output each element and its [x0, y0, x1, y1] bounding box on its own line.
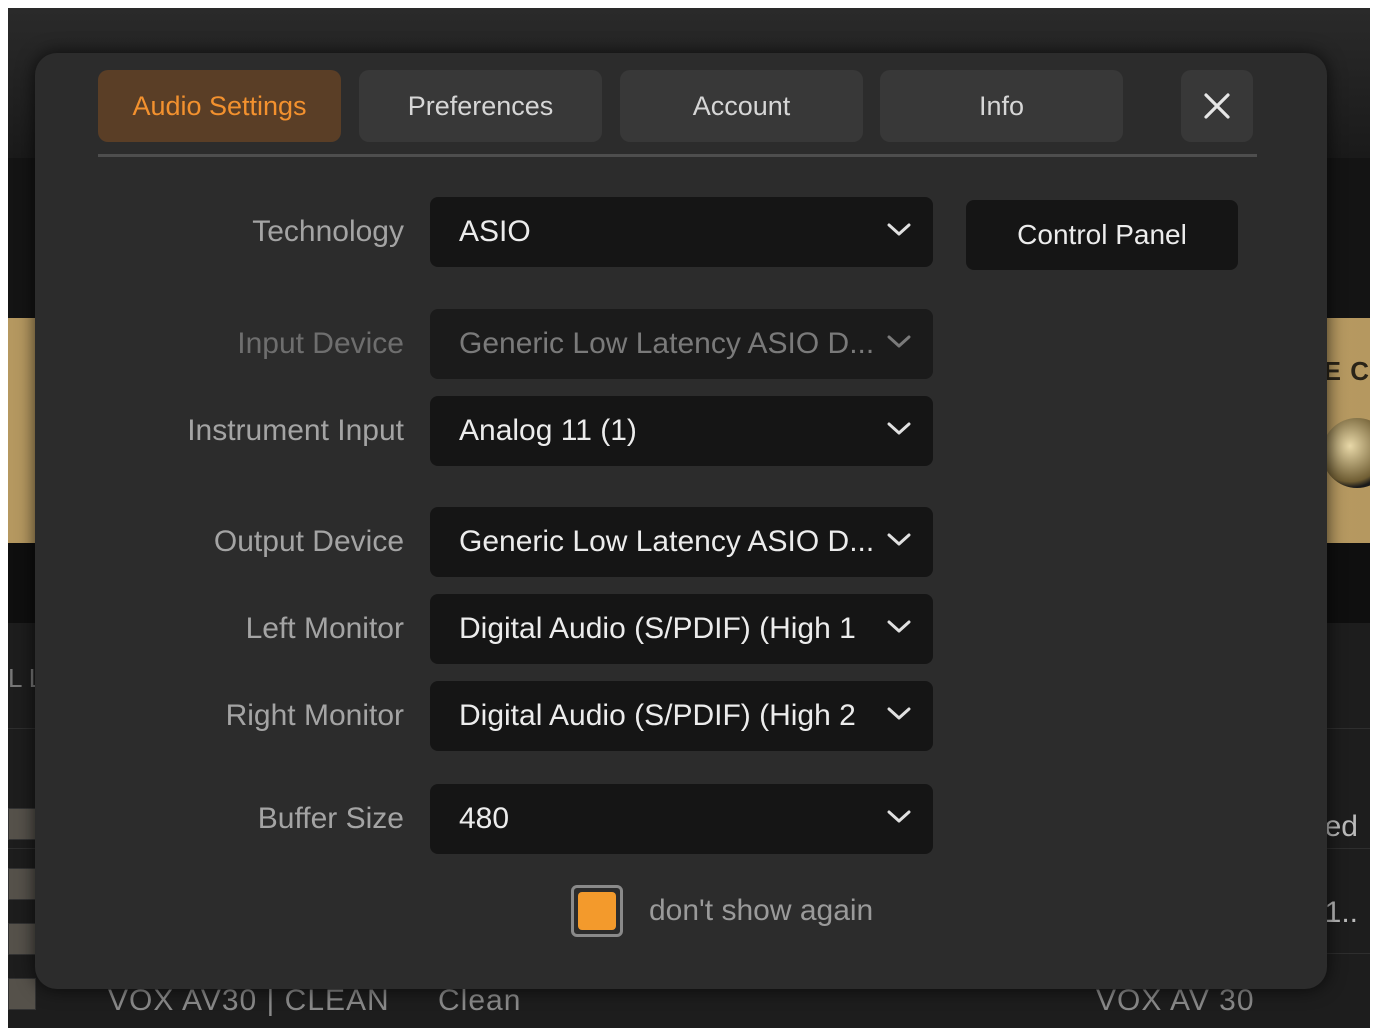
- right-monitor-label: Right Monitor: [225, 699, 404, 732]
- chevron-down-icon: [887, 335, 911, 348]
- list-item-fragment: ed: [1324, 810, 1358, 843]
- preset-thumbnail: [8, 978, 36, 1010]
- technology-select[interactable]: ASIO: [430, 197, 933, 267]
- chevron-down-icon: [887, 620, 911, 633]
- buffer-size-select[interactable]: 480: [430, 784, 933, 854]
- dont-show-again-option: don't show again: [571, 880, 873, 942]
- chevron-down-icon: [887, 707, 911, 720]
- right-monitor-select[interactable]: Digital Audio (S/PDIF) (High 2: [430, 681, 933, 751]
- tab-preferences[interactable]: Preferences: [359, 70, 602, 142]
- buffer-size-value: 480: [459, 802, 510, 835]
- dont-show-again-label[interactable]: don't show again: [649, 894, 873, 928]
- tab-info[interactable]: Info: [880, 70, 1123, 142]
- output-device-select[interactable]: Generic Low Latency ASIO D...: [430, 507, 933, 577]
- input-device-select: Generic Low Latency ASIO D...: [430, 309, 933, 379]
- technology-value: ASIO: [459, 215, 531, 248]
- close-button[interactable]: [1181, 70, 1253, 142]
- preset-thumbnail: [8, 923, 36, 955]
- technology-label: Technology: [252, 215, 404, 248]
- dont-show-again-checkbox[interactable]: [571, 885, 623, 937]
- chevron-down-icon: [887, 810, 911, 823]
- instrument-input-label: Instrument Input: [187, 414, 404, 447]
- settings-dialog: Audio Settings Preferences Account Info …: [35, 53, 1327, 989]
- preset-thumbnail: [8, 808, 36, 840]
- tab-account[interactable]: Account: [620, 70, 863, 142]
- left-monitor-value: Digital Audio (S/PDIF) (High 1: [459, 612, 856, 645]
- left-monitor-select[interactable]: Digital Audio (S/PDIF) (High 1: [430, 594, 933, 664]
- chevron-down-icon: [887, 422, 911, 435]
- checkbox-checked-indicator: [578, 892, 616, 930]
- tab-divider: [98, 154, 1257, 157]
- buffer-size-label: Buffer Size: [257, 802, 404, 835]
- output-device-label: Output Device: [213, 525, 404, 558]
- chevron-down-icon: [887, 533, 911, 546]
- instrument-input-select[interactable]: Analog 11 (1): [430, 396, 933, 466]
- left-monitor-label: Left Monitor: [245, 612, 404, 645]
- preset-category: Clean: [438, 984, 522, 1017]
- chevron-down-icon: [887, 223, 911, 236]
- input-device-label: Input Device: [237, 327, 404, 360]
- input-device-value: Generic Low Latency ASIO D...: [459, 327, 875, 360]
- instrument-input-value: Analog 11 (1): [459, 414, 637, 447]
- preset-amp: VOX AV 30: [1096, 984, 1255, 1017]
- close-icon: [1204, 93, 1230, 119]
- tab-bar: Audio Settings Preferences Account Info: [98, 70, 1258, 142]
- preset-thumbnail: [8, 868, 36, 900]
- output-device-value: Generic Low Latency ASIO D...: [459, 525, 875, 558]
- control-panel-button[interactable]: Control Panel: [966, 200, 1238, 270]
- right-monitor-value: Digital Audio (S/PDIF) (High 2: [459, 699, 856, 732]
- tab-audio-settings[interactable]: Audio Settings: [98, 70, 341, 142]
- list-item-fragment: 1..: [1324, 896, 1358, 929]
- preset-name: VOX AV30 | CLEAN: [108, 984, 390, 1017]
